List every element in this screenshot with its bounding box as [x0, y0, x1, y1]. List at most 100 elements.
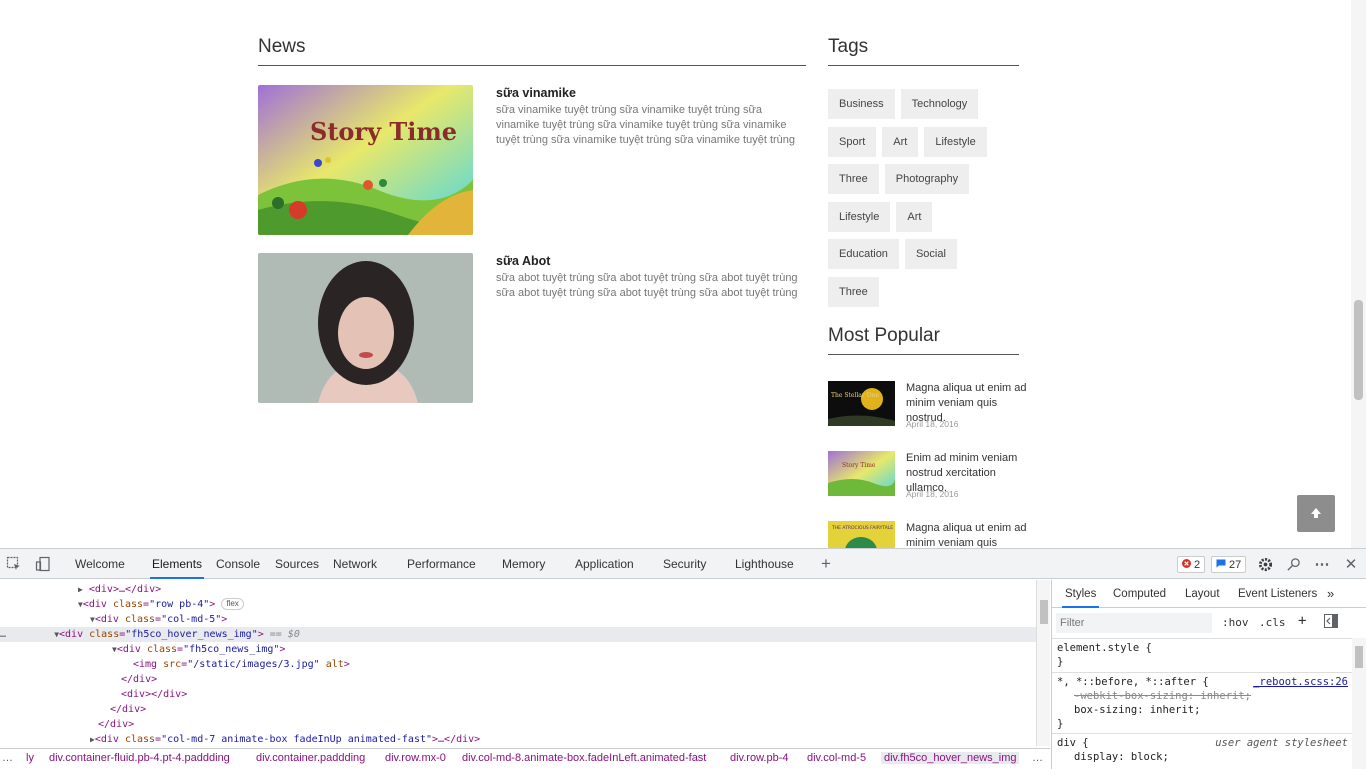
breadcrumb-item[interactable]: div.container.paddding — [256, 752, 365, 764]
dom-node-selected[interactable]: … ▼<div class="fh5co_hover_news_img"> ==… — [0, 627, 1036, 642]
tab-memory[interactable]: Memory — [502, 549, 545, 579]
flex-badge: flex — [221, 598, 244, 610]
dom-tree-scrollbar[interactable] — [1036, 580, 1050, 746]
close-devtools-icon[interactable]: ✕ — [1343, 556, 1359, 573]
tab-performance[interactable]: Performance — [407, 549, 476, 579]
popular-image[interactable]: Story Time — [828, 451, 895, 496]
tab-lighthouse[interactable]: Lighthouse — [735, 549, 794, 579]
tag-three[interactable]: Three — [828, 164, 879, 194]
more-tabs-icon[interactable]: » — [1327, 580, 1334, 608]
news-item-title[interactable]: sữa Abot — [496, 254, 550, 268]
remote-devices-icon[interactable] — [1285, 556, 1301, 572]
dom-node[interactable]: <img src="/static/images/3.jpg" alt> — [133, 657, 350, 672]
tab-elements[interactable]: Elements — [149, 549, 205, 579]
tab-console[interactable]: Console — [216, 549, 260, 579]
back-to-top-button[interactable] — [1297, 495, 1335, 532]
tab-application[interactable]: Application — [575, 549, 634, 579]
tab-network[interactable]: Network — [333, 549, 377, 579]
tag-art[interactable]: Art — [896, 201, 933, 232]
tab-computed[interactable]: Computed — [1113, 580, 1166, 608]
dom-node[interactable]: ▼<div class="row pb-4"> flex — [78, 597, 244, 612]
dom-node[interactable]: </div> — [121, 672, 157, 687]
popular-item[interactable]: THE ATROCIOUS FAIRYTALE Magna aliqua ut … — [828, 521, 1028, 548]
device-toolbar-icon[interactable] — [35, 556, 51, 572]
tab-security[interactable]: Security — [663, 549, 706, 579]
rule-selector[interactable]: *, *::before, *::after { — [1057, 676, 1209, 688]
tag-social[interactable]: Social — [904, 239, 957, 269]
dom-node[interactable]: ▼<div class="fh5co_news_img"> — [112, 642, 285, 657]
dom-node[interactable]: </div> — [110, 702, 146, 717]
popular-item[interactable]: The Stellar One Magna aliqua ut enim ad … — [828, 381, 1028, 447]
tab-event-listeners[interactable]: Event Listeners — [1238, 580, 1317, 608]
tag-education[interactable]: Education — [828, 239, 899, 269]
tab-layout[interactable]: Layout — [1185, 580, 1220, 608]
dom-node[interactable]: <div></div> — [121, 687, 187, 702]
messages-badge[interactable]: 27 — [1211, 556, 1247, 573]
tag-three[interactable]: Three — [828, 276, 879, 307]
tag-art[interactable]: Art — [882, 126, 919, 157]
dom-tree-scrollbar-thumb[interactable] — [1040, 600, 1048, 624]
tab-sources[interactable]: Sources — [275, 549, 319, 579]
styles-scrollbar-thumb[interactable] — [1355, 646, 1363, 668]
breadcrumb-overflow-right[interactable]: … — [1032, 752, 1043, 764]
breadcrumb-item[interactable]: div.container-fluid.pb-4.pt-4.paddding — [49, 752, 230, 764]
dom-node[interactable]: </div> — [98, 717, 134, 732]
dom-node[interactable]: ▼<div class="col-md-5"> — [90, 612, 227, 627]
more-options-icon[interactable]: ⋯ — [1314, 556, 1330, 573]
breadcrumb-item[interactable]: div.col-md-5 — [807, 752, 866, 764]
styles-tabs: Styles Computed Layout Event Listeners » — [1052, 580, 1366, 608]
svg-text:Story Time: Story Time — [842, 462, 876, 469]
rule-separator — [1052, 733, 1352, 734]
errors-badge[interactable]: 2 — [1177, 556, 1206, 573]
error-icon — [1182, 558, 1191, 571]
element-style-selector[interactable]: element.style { — [1057, 642, 1152, 654]
new-style-rule-icon[interactable]: + — [1298, 613, 1306, 629]
news-item-description: sữa vinamike tuyệt trùng sữa vinamike tu… — [496, 104, 796, 146]
news-image-portrait[interactable] — [258, 253, 473, 403]
page-scrollbar[interactable] — [1351, 0, 1366, 548]
tab-welcome[interactable]: Welcome — [75, 549, 125, 579]
dom-node[interactable]: ▶ <div>…</div> — [78, 582, 161, 597]
dom-breadcrumbs: … ly div.container-fluid.pb-4.pt-4.paddd… — [0, 748, 1050, 769]
css-property[interactable]: box-sizing: inherit; — [1074, 704, 1200, 716]
tag-lifestyle[interactable]: Lifestyle — [924, 126, 987, 157]
tag-technology[interactable]: Technology — [900, 89, 979, 119]
styles-filter-input[interactable]: Filter — [1056, 613, 1212, 633]
tag-business[interactable]: Business — [828, 89, 895, 119]
svg-text:THE ATROCIOUS FAIRYTALE: THE ATROCIOUS FAIRYTALE — [831, 525, 893, 531]
popular-item-title[interactable]: Magna aliqua ut enim ad minim veniam qui… — [906, 521, 1031, 548]
svg-text:The Stellar One: The Stellar One — [831, 392, 879, 399]
toggle-sidebar-icon[interactable] — [1324, 614, 1338, 631]
inspect-element-icon[interactable] — [6, 556, 22, 572]
settings-gear-icon[interactable] — [1257, 556, 1273, 572]
breadcrumb-item[interactable]: div.col-md-8.animate-box.fadeInLeft.anim… — [462, 752, 706, 764]
tag-photography[interactable]: Photography — [884, 164, 970, 194]
class-toggle[interactable]: .cls — [1259, 616, 1286, 629]
rule-selector[interactable]: div { — [1057, 737, 1089, 749]
tag-sport[interactable]: Sport — [828, 126, 877, 157]
popular-image[interactable]: The Stellar One — [828, 381, 895, 426]
breadcrumb-item[interactable]: ly — [26, 752, 34, 764]
tab-styles[interactable]: Styles — [1061, 580, 1100, 608]
breadcrumb-overflow[interactable]: … — [2, 752, 13, 764]
news-item[interactable]: Story Time sữa vinamike sữa vinamike tuy… — [258, 85, 806, 235]
breadcrumb-item[interactable]: div.row.mx-0 — [385, 752, 446, 764]
dom-node[interactable]: ▶<div class="col-md-7 animate-box fadeIn… — [90, 732, 480, 746]
tag-lifestyle[interactable]: Lifestyle — [828, 201, 891, 232]
news-item-title[interactable]: sữa vinamike — [496, 86, 576, 100]
popular-image[interactable]: THE ATROCIOUS FAIRYTALE — [828, 521, 895, 548]
add-tab-icon[interactable]: + — [818, 554, 834, 573]
news-item[interactable]: sữa Abot sữa abot tuyệt trùng sữa abot t… — [258, 253, 806, 403]
page-scrollbar-thumb[interactable] — [1354, 300, 1363, 400]
popular-item[interactable]: Story Time Enim ad minim veniam nostrud … — [828, 451, 1028, 517]
dom-tree: ▶ <div>…</div> ▼<div class="row pb-4"> f… — [0, 580, 1036, 746]
breadcrumb-item-active[interactable]: div.fh5co_hover_news_img — [881, 752, 1020, 764]
css-property[interactable]: display: block; — [1074, 751, 1169, 763]
styles-scrollbar[interactable] — [1352, 638, 1366, 769]
hover-state-toggle[interactable]: :hov — [1222, 616, 1249, 629]
news-image-story-time[interactable]: Story Time — [258, 85, 473, 235]
breadcrumb-item[interactable]: div.row.pb-4 — [730, 752, 789, 764]
rule-close-brace: } — [1057, 718, 1064, 730]
overridden-property[interactable]: -webkit-box-sizing: inherit; — [1074, 690, 1251, 702]
rule-source-link[interactable]: _reboot.scss:26 — [1253, 676, 1348, 688]
